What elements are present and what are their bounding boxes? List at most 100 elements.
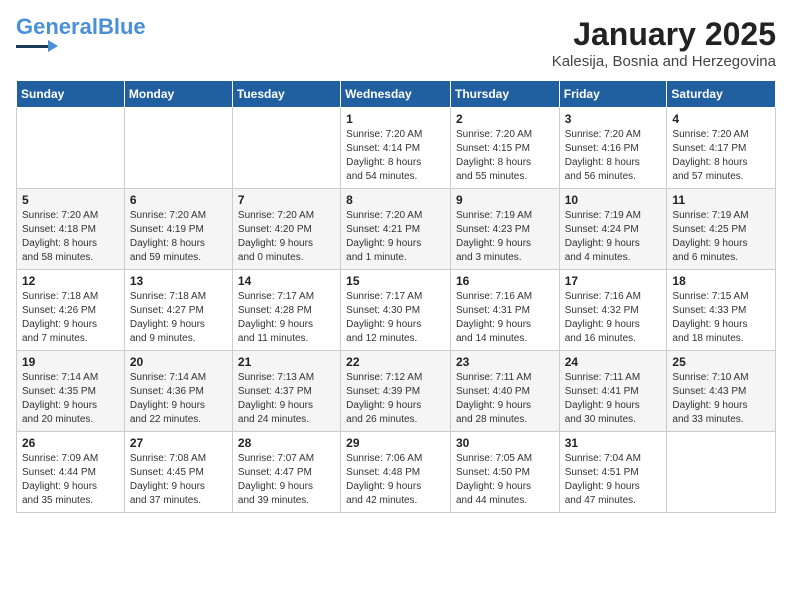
- day-info: Sunrise: 7:19 AM Sunset: 4:25 PM Dayligh…: [672, 209, 770, 265]
- day-number: 31: [565, 436, 662, 450]
- day-info: Sunrise: 7:07 AM Sunset: 4:47 PM Dayligh…: [238, 452, 335, 508]
- calendar-cell: 2Sunrise: 7:20 AM Sunset: 4:15 PM Daylig…: [450, 108, 559, 189]
- day-info: Sunrise: 7:04 AM Sunset: 4:51 PM Dayligh…: [565, 452, 662, 508]
- day-info: Sunrise: 7:14 AM Sunset: 4:36 PM Dayligh…: [130, 371, 227, 427]
- logo-text: GeneralBlue: [16, 16, 146, 38]
- calendar-header-thursday: Thursday: [450, 81, 559, 108]
- day-number: 1: [346, 112, 445, 126]
- calendar-cell: 23 Sunrise: 7:11 AM Sunset: 4:40 PM Dayli…: [450, 351, 559, 432]
- calendar-cell: 30Sunrise: 7:05 AM Sunset: 4:50 PM Dayli…: [450, 432, 559, 513]
- day-number: 21: [238, 355, 335, 369]
- day-number: 10: [565, 193, 662, 207]
- location: Kalesija, Bosnia and Herzegovina: [552, 53, 776, 70]
- day-info: Sunrise: 7:20 AM Sunset: 4:16 PM Dayligh…: [565, 128, 662, 184]
- calendar-cell: 16Sunrise: 7:16 AM Sunset: 4:31 PM Dayli…: [450, 270, 559, 351]
- calendar-header-monday: Monday: [124, 81, 232, 108]
- day-number: 16: [456, 274, 554, 288]
- calendar-cell: 22 Sunrise: 7:12 AM Sunset: 4:39 PM Dayli…: [341, 351, 451, 432]
- calendar-cell: 13 Sunrise: 7:18 AM Sunset: 4:27 PM Dayli…: [124, 270, 232, 351]
- calendar-cell: 19Sunrise: 7:14 AM Sunset: 4:35 PM Dayli…: [17, 351, 125, 432]
- day-number: 9: [456, 193, 554, 207]
- calendar-cell: 14 Sunrise: 7:17 AM Sunset: 4:28 PM Dayli…: [232, 270, 340, 351]
- day-info: Sunrise: 7:18 AM Sunset: 4:27 PM Dayligh…: [130, 290, 227, 346]
- calendar-cell: 26 Sunrise: 7:09 AM Sunset: 4:44 PM Dayli…: [17, 432, 125, 513]
- calendar-table: SundayMondayTuesdayWednesdayThursdayFrid…: [16, 80, 776, 513]
- calendar-header-wednesday: Wednesday: [341, 81, 451, 108]
- calendar-cell: 29 Sunrise: 7:06 AM Sunset: 4:48 PM Dayli…: [341, 432, 451, 513]
- day-number: 22: [346, 355, 445, 369]
- day-info: Sunrise: 7:20 AM Sunset: 4:18 PM Dayligh…: [22, 209, 119, 265]
- calendar-cell: 28 Sunrise: 7:07 AM Sunset: 4:47 PM Dayli…: [232, 432, 340, 513]
- page-header: GeneralBlue January 2025 Kalesija, Bosni…: [16, 16, 776, 70]
- day-number: 25: [672, 355, 770, 369]
- day-number: 26: [22, 436, 119, 450]
- day-info: Sunrise: 7:20 AM Sunset: 4:14 PM Dayligh…: [346, 128, 445, 184]
- calendar-header-row: SundayMondayTuesdayWednesdayThursdayFrid…: [17, 81, 776, 108]
- calendar-cell: 6 Sunrise: 7:20 AM Sunset: 4:19 PM Daylig…: [124, 189, 232, 270]
- day-info: Sunrise: 7:14 AM Sunset: 4:35 PM Dayligh…: [22, 371, 119, 427]
- calendar-cell: 12 Sunrise: 7:18 AM Sunset: 4:26 PM Dayli…: [17, 270, 125, 351]
- day-number: 7: [238, 193, 335, 207]
- day-info: Sunrise: 7:05 AM Sunset: 4:50 PM Dayligh…: [456, 452, 554, 508]
- day-info: Sunrise: 7:11 AM Sunset: 4:41 PM Dayligh…: [565, 371, 662, 427]
- day-number: 23: [456, 355, 554, 369]
- day-number: 28: [238, 436, 335, 450]
- day-info: Sunrise: 7:19 AM Sunset: 4:23 PM Dayligh…: [456, 209, 554, 265]
- day-info: Sunrise: 7:08 AM Sunset: 4:45 PM Dayligh…: [130, 452, 227, 508]
- calendar-week-3: 12 Sunrise: 7:18 AM Sunset: 4:26 PM Dayli…: [17, 270, 776, 351]
- calendar-cell: 24 Sunrise: 7:11 AM Sunset: 4:41 PM Dayli…: [559, 351, 667, 432]
- logo: GeneralBlue: [16, 16, 146, 52]
- day-number: 6: [130, 193, 227, 207]
- logo-general: General: [16, 14, 98, 39]
- calendar-week-2: 5Sunrise: 7:20 AM Sunset: 4:18 PM Daylig…: [17, 189, 776, 270]
- calendar-cell: 21Sunrise: 7:13 AM Sunset: 4:37 PM Dayli…: [232, 351, 340, 432]
- day-number: 18: [672, 274, 770, 288]
- day-info: Sunrise: 7:06 AM Sunset: 4:48 PM Dayligh…: [346, 452, 445, 508]
- day-info: Sunrise: 7:18 AM Sunset: 4:26 PM Dayligh…: [22, 290, 119, 346]
- day-number: 29: [346, 436, 445, 450]
- calendar-header-friday: Friday: [559, 81, 667, 108]
- calendar-cell: 5Sunrise: 7:20 AM Sunset: 4:18 PM Daylig…: [17, 189, 125, 270]
- calendar-week-4: 19Sunrise: 7:14 AM Sunset: 4:35 PM Dayli…: [17, 351, 776, 432]
- calendar-cell: [232, 108, 340, 189]
- calendar-cell: 8Sunrise: 7:20 AM Sunset: 4:21 PM Daylig…: [341, 189, 451, 270]
- day-number: 4: [672, 112, 770, 126]
- day-info: Sunrise: 7:12 AM Sunset: 4:39 PM Dayligh…: [346, 371, 445, 427]
- calendar-cell: 9 Sunrise: 7:19 AM Sunset: 4:23 PM Daylig…: [450, 189, 559, 270]
- day-number: 14: [238, 274, 335, 288]
- day-number: 20: [130, 355, 227, 369]
- day-number: 2: [456, 112, 554, 126]
- day-info: Sunrise: 7:16 AM Sunset: 4:32 PM Dayligh…: [565, 290, 662, 346]
- day-info: Sunrise: 7:19 AM Sunset: 4:24 PM Dayligh…: [565, 209, 662, 265]
- calendar-header-tuesday: Tuesday: [232, 81, 340, 108]
- day-info: Sunrise: 7:11 AM Sunset: 4:40 PM Dayligh…: [456, 371, 554, 427]
- day-number: 27: [130, 436, 227, 450]
- title-block: January 2025 Kalesija, Bosnia and Herzeg…: [552, 16, 776, 70]
- calendar-cell: [667, 432, 776, 513]
- day-info: Sunrise: 7:20 AM Sunset: 4:21 PM Dayligh…: [346, 209, 445, 265]
- day-number: 13: [130, 274, 227, 288]
- calendar-cell: 27 Sunrise: 7:08 AM Sunset: 4:45 PM Dayli…: [124, 432, 232, 513]
- day-number: 15: [346, 274, 445, 288]
- calendar-cell: 1 Sunrise: 7:20 AM Sunset: 4:14 PM Daylig…: [341, 108, 451, 189]
- day-info: Sunrise: 7:15 AM Sunset: 4:33 PM Dayligh…: [672, 290, 770, 346]
- calendar-cell: 3Sunrise: 7:20 AM Sunset: 4:16 PM Daylig…: [559, 108, 667, 189]
- day-number: 11: [672, 193, 770, 207]
- day-number: 17: [565, 274, 662, 288]
- calendar-week-5: 26 Sunrise: 7:09 AM Sunset: 4:44 PM Dayli…: [17, 432, 776, 513]
- day-info: Sunrise: 7:09 AM Sunset: 4:44 PM Dayligh…: [22, 452, 119, 508]
- day-number: 24: [565, 355, 662, 369]
- calendar-header-sunday: Sunday: [17, 81, 125, 108]
- calendar-cell: 7Sunrise: 7:20 AM Sunset: 4:20 PM Daylig…: [232, 189, 340, 270]
- day-info: Sunrise: 7:17 AM Sunset: 4:28 PM Dayligh…: [238, 290, 335, 346]
- calendar-cell: 31 Sunrise: 7:04 AM Sunset: 4:51 PM Dayli…: [559, 432, 667, 513]
- calendar-cell: 11 Sunrise: 7:19 AM Sunset: 4:25 PM Dayli…: [667, 189, 776, 270]
- day-info: Sunrise: 7:20 AM Sunset: 4:19 PM Dayligh…: [130, 209, 227, 265]
- calendar-cell: 15Sunrise: 7:17 AM Sunset: 4:30 PM Dayli…: [341, 270, 451, 351]
- month-title: January 2025: [552, 16, 776, 53]
- calendar-cell: 18 Sunrise: 7:15 AM Sunset: 4:33 PM Dayli…: [667, 270, 776, 351]
- day-number: 12: [22, 274, 119, 288]
- calendar-cell: 17 Sunrise: 7:16 AM Sunset: 4:32 PM Dayli…: [559, 270, 667, 351]
- calendar-week-1: 1 Sunrise: 7:20 AM Sunset: 4:14 PM Daylig…: [17, 108, 776, 189]
- calendar-cell: [17, 108, 125, 189]
